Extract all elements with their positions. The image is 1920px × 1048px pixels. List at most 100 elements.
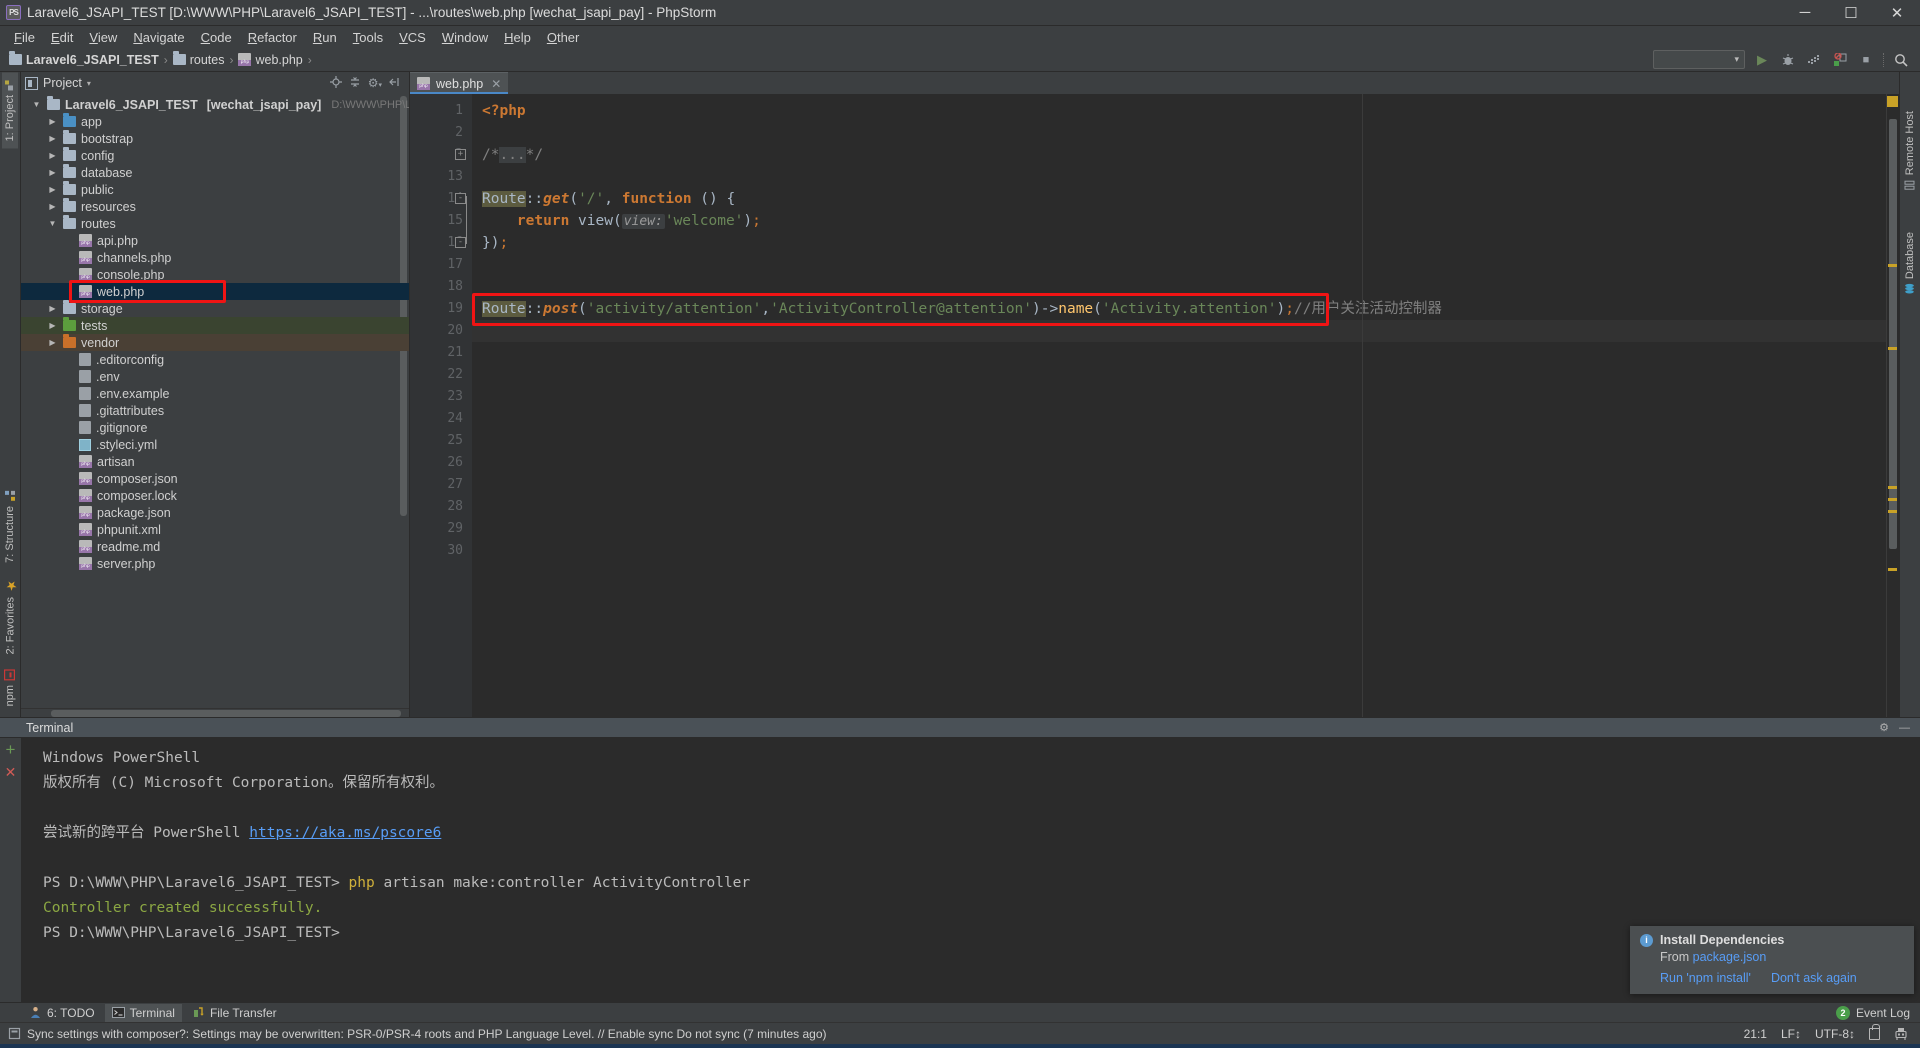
project-horizontal-scrollbar[interactable] [21, 708, 409, 717]
menu-other[interactable]: Other [539, 28, 588, 47]
fold-collapse-icon[interactable]: - [455, 193, 466, 204]
project-tree[interactable]: ▼ Laravel6_JSAPI_TEST [wechat_jsapi_pay] D:… [21, 94, 409, 708]
status-message[interactable]: Sync settings with composer?: Settings m… [27, 1027, 827, 1041]
minimize-button[interactable]: ─ [1782, 0, 1828, 25]
chevron-right-icon[interactable]: ▶ [47, 185, 58, 194]
tree-node-routes[interactable]: ▼ routes [21, 215, 409, 232]
rail-tab-npm[interactable]: npm [2, 662, 18, 713]
run-icon[interactable]: ▶ [1753, 51, 1771, 69]
package-json-link[interactable]: package.json [1693, 950, 1767, 964]
code-line-22[interactable] [472, 364, 1886, 386]
tool-window-todo[interactable]: 6: TODO [22, 1004, 102, 1022]
tool-window-file-transfer[interactable]: File Transfer [185, 1004, 284, 1022]
chevron-right-icon[interactable]: ▶ [47, 338, 58, 347]
code-line-25[interactable] [472, 430, 1886, 452]
install-dependencies-notification[interactable]: i Install Dependencies From package.json… [1630, 926, 1914, 994]
tree-node-public[interactable]: ▶ public [21, 181, 409, 198]
tree-node-console-php[interactable]: ▶ console.php [21, 266, 409, 283]
chevron-down-icon[interactable]: ▾ [87, 79, 91, 88]
chevron-right-icon[interactable]: ▶ [47, 202, 58, 211]
code-line-26[interactable] [472, 452, 1886, 474]
code-line-18[interactable] [472, 276, 1886, 298]
menu-help[interactable]: Help [496, 28, 539, 47]
chevron-right-icon[interactable]: ▶ [47, 117, 58, 126]
editor-scrollbar-thumb[interactable] [1889, 119, 1897, 549]
hide-icon[interactable]: — [1899, 722, 1910, 734]
code-line-13[interactable] [472, 166, 1886, 188]
chevron-right-icon[interactable]: ▶ [47, 168, 58, 177]
stop-icon[interactable]: ■ [1857, 51, 1875, 69]
gear-icon[interactable]: ⚙▾ [368, 76, 382, 90]
line-separator[interactable]: LF↕ [1781, 1027, 1801, 1041]
tree-node-vendor[interactable]: ▶ vendor [21, 334, 409, 351]
menu-code[interactable]: Code [193, 28, 240, 47]
menu-refactor[interactable]: Refactor [240, 28, 305, 47]
tree-node--styleci-yml[interactable]: ▶ .styleci.yml [21, 436, 409, 453]
dont-ask-again-action[interactable]: Don't ask again [1771, 971, 1857, 985]
tree-node-composer-json[interactable]: ▶ composer.json [21, 470, 409, 487]
error-stripe-markers[interactable] [1886, 94, 1899, 717]
chevron-right-icon[interactable]: ▶ [47, 151, 58, 160]
chevron-down-icon[interactable]: ▼ [47, 219, 58, 228]
debug-icon[interactable] [1779, 51, 1797, 69]
tree-node-readme-md[interactable]: ▶ readme.md [21, 538, 409, 555]
editor-tab-webphp[interactable]: web.php ✕ [410, 72, 509, 94]
breadcrumb-item-laravel6_jsapi_test[interactable]: Laravel6_JSAPI_TEST [6, 51, 162, 67]
tree-node-channels-php[interactable]: ▶ channels.php [21, 249, 409, 266]
tree-node-artisan[interactable]: ▶ artisan [21, 453, 409, 470]
tree-node-bootstrap[interactable]: ▶ bootstrap [21, 130, 409, 147]
locate-icon[interactable] [329, 75, 342, 91]
chevron-right-icon[interactable]: ▶ [47, 304, 58, 313]
event-log-button[interactable]: 2 Event Log [1835, 1005, 1920, 1020]
menu-run[interactable]: Run [305, 28, 345, 47]
menu-navigate[interactable]: Navigate [125, 28, 192, 47]
menu-tools[interactable]: Tools [345, 28, 391, 47]
new-session-icon[interactable]: + [6, 741, 16, 758]
file-encoding[interactable]: UTF-8↕ [1815, 1027, 1855, 1041]
profile-icon[interactable] [1831, 51, 1849, 69]
breadcrumb-item-web-php[interactable]: web.php [235, 53, 305, 67]
code-line-27[interactable] [472, 474, 1886, 496]
rail-tab-database[interactable]: Database [1902, 225, 1918, 301]
code-editor[interactable]: 1 2 3+ 13 14- 15 16- 17 18 19 20 21 22 23 24 25 26 27 28 29… [410, 94, 1899, 717]
gear-icon[interactable]: ⚙ [1879, 721, 1889, 734]
tree-node--gitattributes[interactable]: ▶ .gitattributes [21, 402, 409, 419]
coverage-icon[interactable] [1805, 51, 1823, 69]
menu-file[interactable]: File [6, 28, 43, 47]
code-line-14[interactable]: Route::get('/', function () { [472, 188, 1886, 210]
tree-node-server-php[interactable]: ▶ server.php [21, 555, 409, 572]
tree-node-database[interactable]: ▶ database [21, 164, 409, 181]
rail-tab-project[interactable]: 1: Project [2, 72, 18, 149]
caret-position[interactable]: 21:1 [1744, 1027, 1767, 1041]
code-line-17[interactable] [472, 254, 1886, 276]
inspection-icon[interactable] [1894, 1027, 1908, 1041]
code-line-30[interactable] [472, 540, 1886, 562]
tree-node-web-php[interactable]: ▶ web.php [21, 283, 409, 300]
tree-node-laravel6_jsapi_test[interactable]: ▼ Laravel6_JSAPI_TEST [wechat_jsapi_pay] D:… [21, 96, 409, 113]
close-session-icon[interactable]: ✕ [5, 764, 17, 781]
code-line-28[interactable] [472, 496, 1886, 518]
code-line-3[interactable]: /*...*/ [472, 144, 1886, 166]
menu-window[interactable]: Window [434, 28, 496, 47]
tree-node-tests[interactable]: ▶ tests [21, 317, 409, 334]
tree-node-storage[interactable]: ▶ storage [21, 300, 409, 317]
code-line-23[interactable] [472, 386, 1886, 408]
tree-node--env[interactable]: ▶ .env [21, 368, 409, 385]
chevron-right-icon[interactable]: ▶ [47, 321, 58, 330]
lock-icon[interactable] [1869, 1023, 1880, 1040]
menu-view[interactable]: View [81, 28, 125, 47]
rail-tab-remote-host[interactable]: Remote Host [1902, 104, 1918, 197]
tree-node--gitignore[interactable]: ▶ .gitignore [21, 419, 409, 436]
hide-icon[interactable] [389, 76, 401, 91]
menu-vcs[interactable]: VCS [391, 28, 434, 47]
breadcrumb-item-routes[interactable]: routes [170, 51, 228, 67]
rail-tab-favorites[interactable]: 2: Favorites ★ [1, 570, 20, 661]
code-line-1[interactable]: <?php [472, 100, 1886, 122]
fold-expand-icon[interactable]: + [455, 149, 466, 160]
chevron-down-icon[interactable]: ▼ [31, 100, 42, 109]
search-icon[interactable] [1892, 51, 1910, 69]
maximize-button[interactable]: ☐ [1828, 0, 1874, 25]
fold-collapse-icon[interactable]: - [455, 237, 466, 248]
close-button[interactable]: ✕ [1874, 0, 1920, 25]
tree-node-app[interactable]: ▶ app [21, 113, 409, 130]
